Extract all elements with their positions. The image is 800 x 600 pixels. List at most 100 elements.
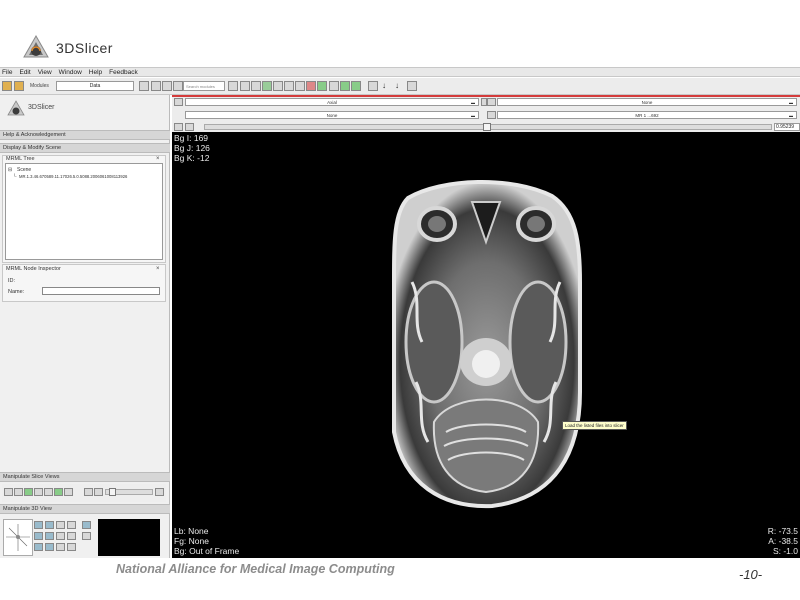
3d-view-button[interactable] [34, 532, 43, 540]
search-icon[interactable] [228, 81, 238, 91]
3d-compass-icon[interactable] [3, 519, 33, 556]
label-layer-readout: Lb: None [174, 526, 209, 536]
bg-j-readout: Bg J: 126 [174, 143, 210, 153]
modules-dropdown[interactable]: Data [56, 81, 134, 91]
3d-view-thumbnail[interactable] [98, 519, 160, 556]
bg-k-readout: Bg K: -12 [174, 153, 210, 163]
redo-button[interactable] [351, 81, 361, 91]
background-layer-readout: Bg: Out of Frame [174, 546, 240, 556]
close-icon[interactable]: × [156, 266, 160, 272]
name-field[interactable] [42, 287, 160, 295]
slice-tool-icon[interactable] [44, 488, 53, 496]
tree-root-item[interactable]: Scene [17, 167, 31, 173]
tree-expand-icon[interactable]: ⊟ [8, 167, 12, 173]
3d-view-button[interactable] [56, 532, 65, 540]
3d-view-button[interactable] [56, 521, 65, 529]
mri-axial-slice-image [392, 179, 582, 509]
red-slice-indicator [172, 95, 800, 97]
3d-view-button[interactable] [34, 543, 43, 551]
s-coordinate-readout: S: -1.0 [772, 546, 798, 556]
layout-fourup-button[interactable] [251, 81, 261, 91]
pointer-arrow-icon[interactable]: ↓ [382, 81, 392, 91]
menu-view[interactable]: View [38, 69, 52, 76]
foreground-layer-icon[interactable] [487, 98, 496, 106]
transform-button[interactable] [407, 81, 417, 91]
menu-help[interactable]: Help [89, 69, 102, 76]
orientation-select[interactable]: Axial [185, 98, 479, 106]
footer-organization: National Alliance for Medical Image Comp… [116, 562, 395, 576]
a-coordinate-readout: A: -38.5 [768, 536, 798, 546]
r-coordinate-readout: R: -73.5 [767, 526, 798, 536]
back-arrow-icon[interactable] [139, 81, 149, 91]
refresh-button[interactable] [173, 81, 183, 91]
home-button[interactable] [2, 81, 12, 91]
background-select[interactable]: MR 1 ...692 [497, 111, 797, 119]
id-label: ID: [8, 278, 16, 284]
3d-view-button[interactable] [34, 521, 43, 529]
layout-tabbed-button[interactable] [284, 81, 294, 91]
modules-label: Modules [30, 83, 49, 89]
slicer-small-logo-icon [6, 99, 26, 119]
foreground-select[interactable]: None [497, 98, 797, 106]
slice-tool-icon[interactable] [34, 488, 43, 496]
slice-offset-handle[interactable] [483, 123, 491, 131]
menu-bar: File Edit View Window Help Feedback [0, 67, 800, 77]
load-button[interactable] [14, 81, 24, 91]
3d-view-button[interactable] [82, 532, 91, 540]
tree-child-item[interactable]: MR.1.3.46.670589.11.17026.5.0.5088.20060… [19, 174, 127, 179]
node-inspector-title: MRML Node Inspector [6, 266, 61, 272]
3d-view-button[interactable] [45, 521, 54, 529]
slice-tool-icon[interactable] [4, 488, 13, 496]
menu-window[interactable]: Window [59, 69, 82, 76]
3d-view-button[interactable] [82, 521, 91, 529]
slice-settings-icon[interactable] [155, 488, 164, 496]
layout-lightbox-button[interactable] [295, 81, 305, 91]
fit-to-window-icon[interactable] [174, 123, 183, 131]
red-slice-viewer[interactable]: Bg I: 169 Bg J: 126 Bg K: -12 Lb: None F… [172, 132, 800, 558]
menu-edit[interactable]: Edit [19, 69, 30, 76]
background-layer-icon[interactable] [487, 111, 496, 119]
slice-tool-icon[interactable] [54, 488, 63, 496]
module-history-button[interactable] [162, 81, 172, 91]
slice-options-icon[interactable] [174, 98, 183, 106]
view-toggle-button[interactable] [329, 81, 339, 91]
zoom-icon[interactable] [84, 488, 93, 496]
screenshot-button[interactable] [368, 81, 378, 91]
menu-feedback[interactable]: Feedback [109, 69, 138, 76]
tooltip: Load the listed files into slicer [562, 421, 627, 430]
place-fiducial-icon[interactable]: ↓ [395, 81, 405, 91]
3d-view-button[interactable] [67, 532, 76, 540]
slice-tool-icon[interactable] [64, 488, 73, 496]
layout-slice-button[interactable] [273, 81, 283, 91]
bg-i-readout: Bg I: 169 [174, 133, 209, 143]
label-select[interactable]: None [185, 111, 479, 119]
slice-zoom-handle[interactable] [109, 488, 116, 496]
3d-view-button[interactable] [67, 543, 76, 551]
3d-view-button[interactable] [45, 532, 54, 540]
name-label: Name: [8, 289, 25, 295]
manipulate-slice-header[interactable]: Manipulate Slice Views [0, 472, 170, 482]
green-slice-button[interactable] [317, 81, 327, 91]
slice-tool-icon[interactable] [24, 488, 33, 496]
module-search-input[interactable]: Search modules [183, 81, 225, 91]
close-icon[interactable]: × [156, 156, 160, 162]
mrml-tree-title: MRML Tree [6, 156, 35, 162]
display-section-header[interactable]: Display & Modify Scene [0, 143, 170, 153]
3d-view-button[interactable] [56, 543, 65, 551]
3d-view-button[interactable] [45, 543, 54, 551]
chevron-down-icon[interactable] [185, 123, 194, 131]
forward-arrow-icon[interactable] [151, 81, 161, 91]
manipulate-3d-header[interactable]: Manipulate 3D View [0, 504, 170, 514]
menu-file[interactable]: File [2, 69, 12, 76]
red-slice-button[interactable] [306, 81, 316, 91]
tree-branch-icon: └ [13, 174, 17, 180]
layout-conventional-button[interactable] [240, 81, 250, 91]
slice-tool-icon[interactable] [14, 488, 23, 496]
zoom-icon[interactable] [94, 488, 103, 496]
help-section-header[interactable]: Help & Acknowledgement [0, 130, 170, 140]
layout-3d-button[interactable] [262, 81, 272, 91]
undo-button[interactable] [340, 81, 350, 91]
3d-view-button[interactable] [67, 521, 76, 529]
slice-offset-value[interactable]: 0.95239 [774, 123, 800, 131]
slice-tools-row [2, 484, 166, 502]
